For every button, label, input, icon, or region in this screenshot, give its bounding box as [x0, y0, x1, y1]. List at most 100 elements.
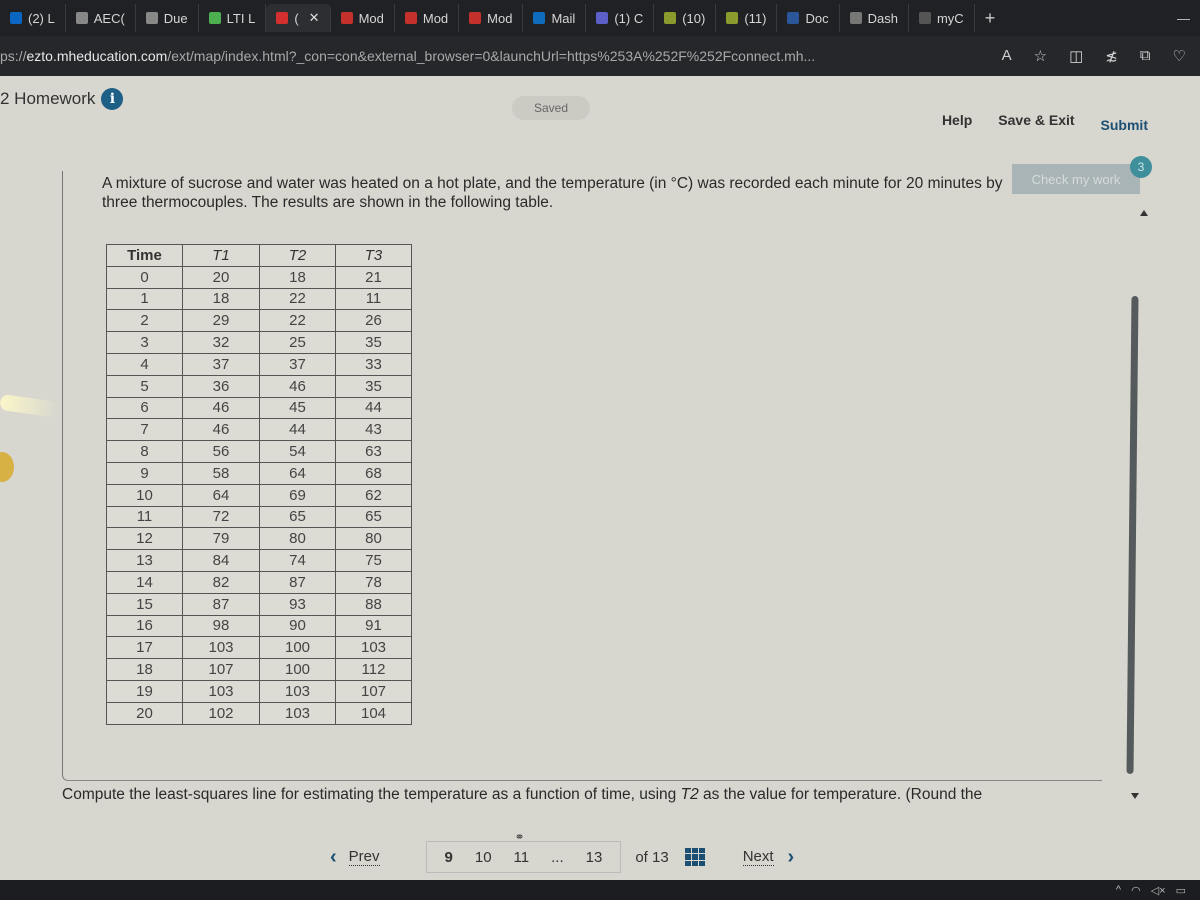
- browser-tab[interactable]: Mod: [459, 4, 524, 32]
- t1-cell: 46: [182, 396, 260, 420]
- tab-label: Mod: [358, 10, 384, 26]
- browser-tab[interactable]: (10): [654, 4, 717, 32]
- t2-cell: 37: [259, 352, 336, 376]
- t1-cell: 46: [182, 418, 260, 442]
- t3-cell: 33: [335, 352, 412, 376]
- prompt-text-before: Compute the least-squares line for estim…: [62, 786, 681, 803]
- help-button[interactable]: Help: [942, 112, 972, 133]
- table-row: 8 56 54 63: [106, 440, 412, 463]
- t3-cell: 21: [335, 265, 412, 289]
- tab-label: myC: [936, 10, 964, 26]
- browser-tab[interactable]: LTI L: [199, 4, 267, 32]
- address-bar[interactable]: ps://ezto.mheducation.com/ext/map/index.…: [0, 36, 1200, 76]
- browser-tab[interactable]: Mail: [523, 4, 587, 32]
- t2-cell: 64: [259, 461, 336, 485]
- scroll-down-arrow[interactable]: [1131, 793, 1139, 799]
- assignment-title: 2 Homework i: [0, 88, 124, 110]
- scrollbar-thumb[interactable]: [1126, 295, 1139, 775]
- myc-icon: [918, 12, 931, 24]
- browser-tab[interactable]: Due: [136, 4, 199, 32]
- wifi-icon[interactable]: ◠: [1131, 884, 1141, 897]
- saved-status: Saved: [512, 96, 590, 120]
- browser-tab[interactable]: Mod: [395, 4, 460, 32]
- question-text: A mixture of sucrose and water was heate…: [102, 175, 1003, 211]
- time-cell: 3: [106, 331, 183, 354]
- table-row: 12 79 80 80: [106, 527, 412, 551]
- page-11[interactable]: 11: [514, 849, 530, 866]
- tab-label: (: [294, 10, 299, 26]
- browser-tab[interactable]: (✕: [266, 4, 331, 32]
- browser-tab[interactable]: (11): [716, 4, 778, 32]
- battery-icon[interactable]: ▭: [1176, 884, 1186, 897]
- t2-cell: 80: [259, 527, 336, 551]
- time-cell: 9: [106, 461, 183, 485]
- next-button[interactable]: Next ›: [742, 846, 794, 869]
- t3-cell: 43: [335, 418, 412, 442]
- t2-cell: 69: [259, 483, 336, 507]
- submit-button[interactable]: Submit: [1101, 117, 1148, 133]
- s-icon: [145, 12, 158, 24]
- t1-cell: 107: [182, 658, 260, 681]
- t2-cell: 100: [259, 658, 336, 681]
- minimize-button[interactable]: —: [1177, 11, 1200, 26]
- table-row: 4 37 37 33: [106, 352, 412, 376]
- save-exit-button[interactable]: Save & Exit: [998, 112, 1074, 133]
- page-10[interactable]: 10: [475, 849, 492, 866]
- t1-cell: 20: [182, 265, 260, 289]
- t3-cell: 103: [335, 636, 412, 660]
- read-aloud-icon[interactable]: A: [1002, 47, 1012, 65]
- tab-label: Mail: [551, 10, 576, 26]
- browser-tab[interactable]: (2) L: [0, 4, 66, 32]
- url-field[interactable]: ps://ezto.mheducation.com/ext/map/index.…: [0, 48, 1002, 64]
- favorites-list-icon[interactable]: ≴: [1105, 47, 1118, 65]
- t3-cell: 88: [335, 592, 412, 616]
- t3-cell: 63: [335, 440, 412, 463]
- table-row: 5 36 46 35: [106, 374, 412, 398]
- question-pager: ‹ Prev ⚭ 9 10 11 ... 13 of 13 Next ›: [330, 830, 794, 874]
- browser-essentials-icon[interactable]: ♡: [1173, 47, 1186, 65]
- page-selector: ⚭ 9 10 11 ... 13: [425, 830, 622, 873]
- time-cell: 10: [106, 483, 183, 507]
- grid-view-icon[interactable]: [684, 848, 705, 866]
- table-row: 15 87 93 88: [106, 592, 412, 616]
- system-taskbar: ^ ◠ ◁× ▭: [0, 880, 1200, 900]
- page-9[interactable]: 9: [445, 849, 453, 866]
- browser-tab[interactable]: myC: [909, 4, 975, 32]
- prev-button[interactable]: ‹ Prev: [330, 846, 380, 869]
- browser-tab[interactable]: Mod: [331, 4, 395, 32]
- volume-icon[interactable]: ◁×: [1151, 884, 1166, 897]
- t1-cell: 36: [182, 374, 260, 398]
- page-13[interactable]: 13: [586, 849, 603, 866]
- browser-tab[interactable]: (1) C: [586, 4, 655, 32]
- new-tab-button[interactable]: +: [975, 8, 1006, 29]
- t2-cell: 103: [259, 701, 336, 725]
- close-tab-icon[interactable]: ✕: [309, 10, 320, 26]
- t1-cell: 82: [182, 570, 260, 594]
- time-cell: 12: [106, 527, 183, 551]
- chevron-left-icon: ‹: [330, 845, 337, 868]
- scroll-up-arrow[interactable]: [1140, 210, 1148, 216]
- header-time: Time: [106, 244, 183, 267]
- favorite-star-icon[interactable]: ☆: [1034, 47, 1047, 65]
- t3-cell: 107: [335, 679, 412, 703]
- info-icon[interactable]: i: [101, 88, 124, 110]
- t3-cell: 35: [335, 374, 412, 398]
- time-cell: 6: [106, 396, 183, 420]
- page-ellipsis[interactable]: ...: [551, 849, 564, 866]
- tray-chevron-icon[interactable]: ^: [1116, 884, 1121, 896]
- t2-cell: 87: [259, 570, 336, 594]
- next-label: Next: [742, 848, 774, 866]
- browser-tab[interactable]: Dash: [840, 4, 909, 32]
- collections-icon[interactable]: ⧉: [1140, 47, 1151, 65]
- tab-label: LTI L: [226, 10, 256, 26]
- browser-tab[interactable]: Doc: [777, 4, 840, 32]
- table-row: 19 103 103 107: [106, 679, 412, 703]
- tab-label: Mod: [487, 10, 513, 26]
- browser-tab[interactable]: AEC(: [66, 4, 136, 32]
- table-row: 3 32 25 35: [106, 331, 412, 354]
- tab-label: Doc: [805, 10, 829, 26]
- t1-cell: 79: [182, 527, 260, 551]
- table-row: 2 29 22 26: [106, 309, 412, 333]
- t1-cell: 64: [182, 483, 260, 507]
- split-screen-icon[interactable]: ◫: [1069, 47, 1083, 65]
